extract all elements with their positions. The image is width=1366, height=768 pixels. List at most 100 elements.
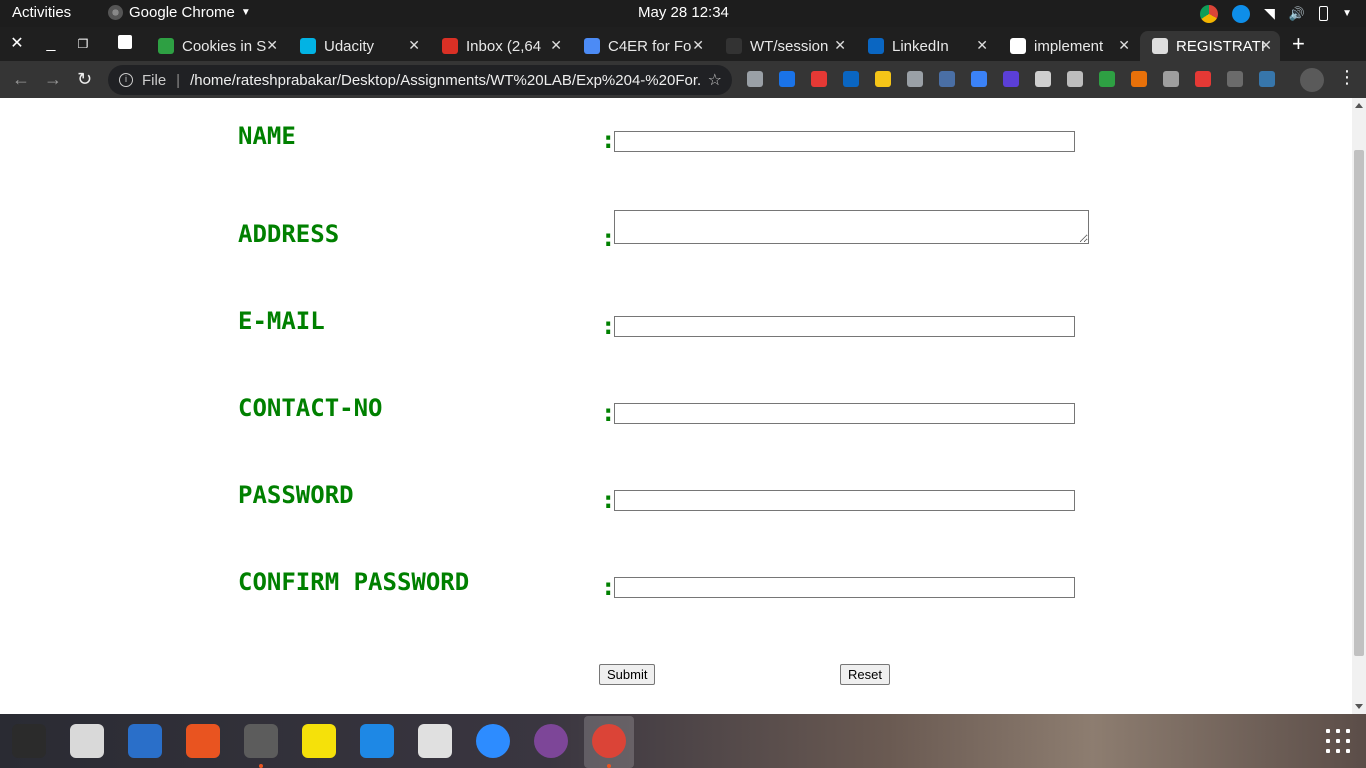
- restore-window-icon[interactable]: ❐: [74, 35, 92, 53]
- grammarly-icon: [158, 38, 174, 54]
- notes-icon[interactable]: [302, 724, 336, 758]
- udacity-icon: [300, 38, 316, 54]
- linkedin-icon: [868, 38, 884, 54]
- name-input[interactable]: [614, 131, 1075, 152]
- info-icon[interactable]: i: [119, 73, 133, 87]
- extension-icon[interactable]: [939, 71, 955, 87]
- show-applications-icon[interactable]: [1326, 729, 1350, 753]
- adblock-icon[interactable]: [1195, 71, 1211, 87]
- google-icon: [1010, 38, 1026, 54]
- close-tab-icon[interactable]: ✕: [976, 37, 988, 54]
- browser-tab[interactable]: LinkedIn ✕: [856, 31, 996, 61]
- minimize-window-icon[interactable]: _: [42, 35, 60, 53]
- globe-icon: [1152, 38, 1168, 54]
- close-window-icon[interactable]: ✕: [8, 35, 26, 53]
- scroll-down-icon[interactable]: [1355, 704, 1363, 709]
- document-viewer-icon[interactable]: [128, 724, 162, 758]
- browser-tab[interactable]: implement ✕: [998, 31, 1138, 61]
- close-tab-icon[interactable]: ✕: [266, 37, 278, 54]
- volume-icon[interactable]: 🔊: [1289, 6, 1305, 22]
- gmail-icon: [442, 38, 458, 54]
- extension-icon[interactable]: [1067, 71, 1083, 87]
- file-manager-icon[interactable]: [244, 724, 278, 758]
- reset-button[interactable]: Reset: [840, 664, 890, 685]
- app-name: Google Chrome: [129, 4, 235, 21]
- close-tab-icon[interactable]: ✕: [550, 37, 562, 54]
- tab-label: REGISTRATI: [1176, 37, 1265, 55]
- page-scrollbar[interactable]: [1352, 98, 1366, 714]
- terminal-icon[interactable]: [12, 724, 46, 758]
- separator: |: [176, 71, 181, 89]
- tab-label: C4ER for Fo: [608, 37, 692, 55]
- new-tab-button[interactable]: +: [1292, 33, 1305, 55]
- extension-icon[interactable]: [779, 71, 795, 87]
- extension-icon[interactable]: [907, 71, 923, 87]
- back-icon[interactable]: ←: [12, 69, 30, 89]
- trello-icon[interactable]: [116, 35, 134, 53]
- tab-label: Udacity: [324, 37, 375, 55]
- address-textarea[interactable]: [614, 210, 1089, 244]
- extension-icon[interactable]: [1131, 71, 1147, 87]
- extension-icon[interactable]: [1163, 71, 1179, 87]
- browser-tab[interactable]: C4ER for Fo ✕: [572, 31, 712, 61]
- battery-icon[interactable]: [1319, 6, 1329, 21]
- extension-icon[interactable]: [1227, 71, 1243, 87]
- chrome-icon[interactable]: [592, 724, 626, 758]
- app-menu[interactable]: Google Chrome ▼: [108, 4, 251, 21]
- rhythmbox-icon[interactable]: [70, 724, 104, 758]
- chevron-down-icon[interactable]: ▼: [1342, 8, 1352, 19]
- reload-icon[interactable]: ↻: [77, 69, 92, 89]
- tor-browser-icon[interactable]: [534, 724, 568, 758]
- confirm-password-input[interactable]: [614, 577, 1075, 598]
- confirm-password-label: CONFIRM PASSWORD: [238, 568, 470, 596]
- address-bar[interactable]: i File | /home/rateshprabakar/Desktop/As…: [108, 65, 732, 95]
- extension-icon[interactable]: [971, 71, 987, 87]
- activities-button[interactable]: Activities: [12, 4, 71, 21]
- profile-avatar[interactable]: [1300, 68, 1324, 92]
- more-menu-icon[interactable]: ⋮: [1338, 67, 1356, 88]
- url-text[interactable]: /home/rateshprabakar/Desktop/Assignments…: [190, 72, 700, 89]
- vscode-icon[interactable]: [360, 724, 394, 758]
- scrollbar-thumb[interactable]: [1354, 150, 1364, 656]
- close-tab-icon[interactable]: ✕: [834, 37, 846, 54]
- email-input[interactable]: [614, 316, 1075, 337]
- hangouts-icon[interactable]: [747, 71, 763, 87]
- zoom-icon[interactable]: [476, 724, 510, 758]
- forward-icon[interactable]: →: [44, 69, 62, 89]
- browser-tab[interactable]: Cookies in S ✕: [146, 31, 286, 61]
- linkedin-icon[interactable]: [843, 71, 859, 87]
- running-indicator: [607, 764, 611, 768]
- document-scanner-icon[interactable]: [418, 724, 452, 758]
- browser-tab[interactable]: WT/session ✕: [714, 31, 854, 61]
- contact-no-label: CONTACT-NO: [238, 394, 383, 422]
- name-label: NAME: [238, 122, 296, 150]
- python-icon[interactable]: [1259, 71, 1275, 87]
- tab-label: Cookies in S: [182, 37, 267, 55]
- browser-toolbar: ← → ↻ i File | /home/rateshprabakar/Desk…: [0, 61, 1366, 98]
- extension-icon[interactable]: [1003, 71, 1019, 87]
- password-label: PASSWORD: [238, 481, 354, 509]
- software-center-icon[interactable]: [186, 724, 220, 758]
- close-tab-icon[interactable]: ✕: [1118, 37, 1130, 54]
- browser-tab[interactable]: Inbox (2,64 ✕: [430, 31, 570, 61]
- wifi-icon[interactable]: ◥: [1264, 5, 1275, 22]
- scroll-up-icon[interactable]: [1355, 103, 1363, 108]
- close-tab-icon[interactable]: ✕: [1260, 37, 1272, 54]
- submit-button[interactable]: Submit: [599, 664, 656, 685]
- browser-tab[interactable]: Udacity ✕: [288, 31, 428, 61]
- chevron-down-icon: ▼: [240, 7, 251, 18]
- extension-icon[interactable]: [1035, 71, 1051, 87]
- clock[interactable]: May 28 12:34: [638, 4, 729, 21]
- tab-label: Inbox (2,64: [466, 37, 542, 55]
- teamviewer-icon[interactable]: [1232, 4, 1251, 23]
- close-tab-icon[interactable]: ✕: [408, 37, 420, 54]
- extension-icon[interactable]: [811, 71, 827, 87]
- extension-icon[interactable]: [1099, 71, 1115, 87]
- bookmark-star-icon[interactable]: ☆: [708, 70, 722, 90]
- extension-icon[interactable]: [875, 71, 891, 87]
- close-tab-icon[interactable]: ✕: [692, 37, 704, 54]
- password-input[interactable]: [614, 490, 1075, 511]
- browser-tab[interactable]: REGISTRATI ✕: [1140, 31, 1280, 61]
- chrome-icon[interactable]: [1200, 4, 1219, 23]
- contact-no-input[interactable]: [614, 403, 1075, 424]
